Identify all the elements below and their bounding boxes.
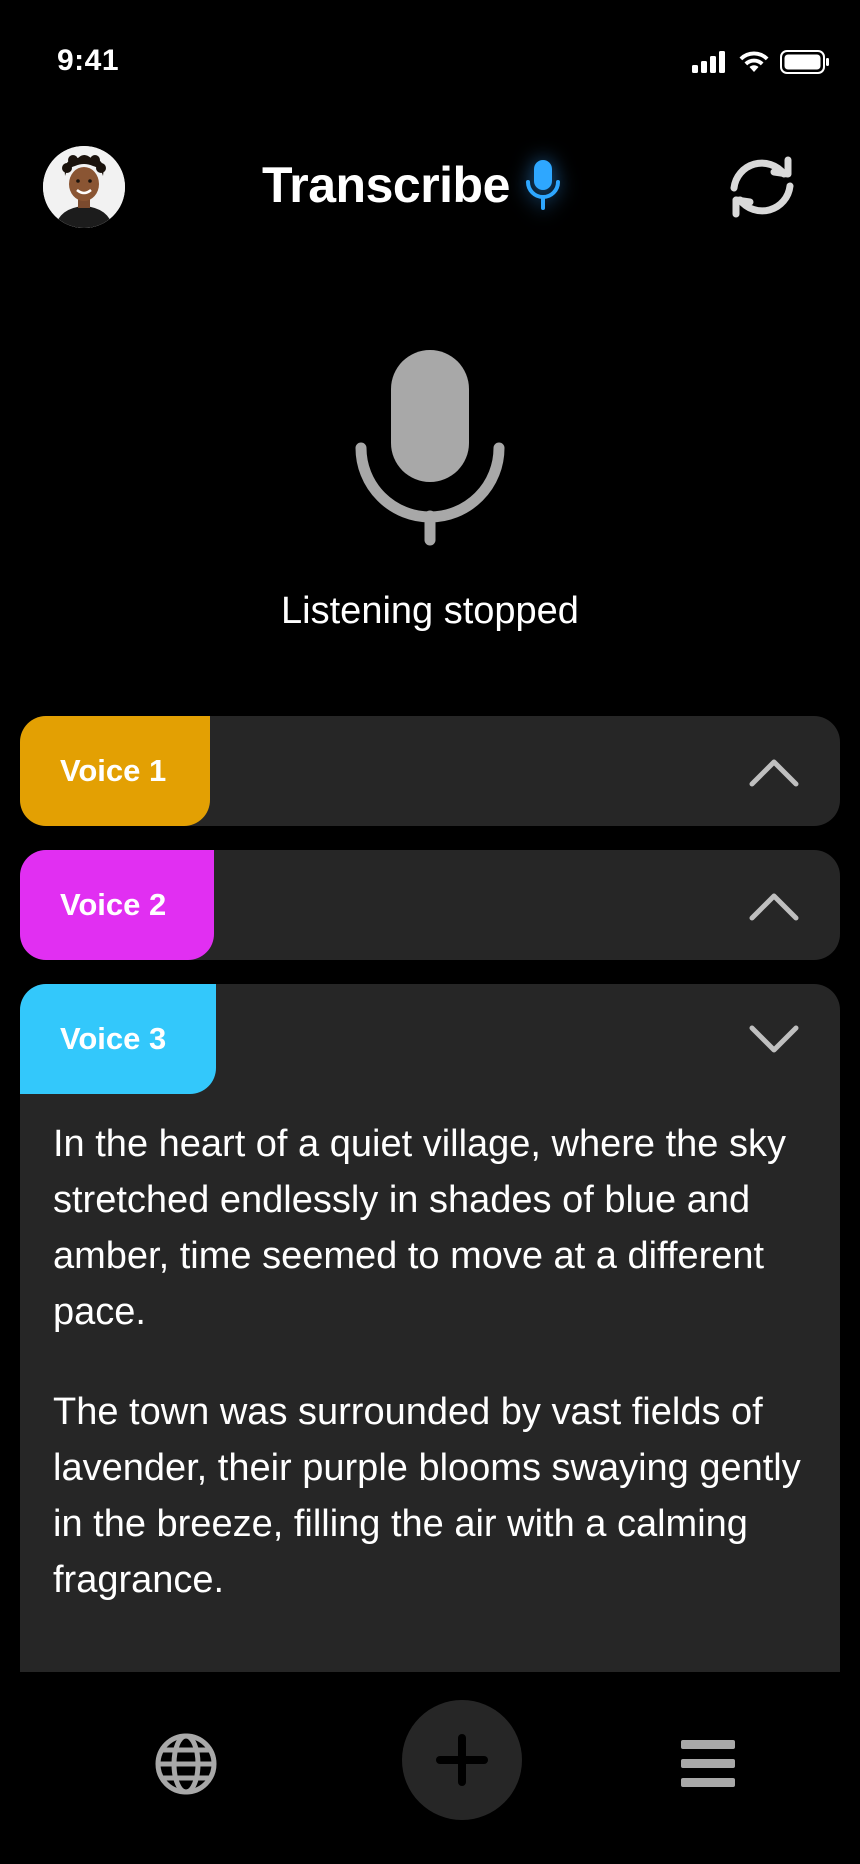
title-group: Transcribe bbox=[262, 150, 568, 220]
voice-panel-header[interactable]: Voice 2 bbox=[20, 850, 840, 960]
globe-icon bbox=[155, 1733, 217, 1795]
voice-panel-1: Voice 1 bbox=[20, 716, 840, 826]
chevron-up-icon[interactable] bbox=[746, 884, 802, 928]
chevron-down-icon[interactable] bbox=[746, 1018, 802, 1062]
voice-panel-header[interactable]: Voice 3 bbox=[20, 984, 840, 1094]
menu-button[interactable] bbox=[676, 1732, 740, 1796]
listening-status: Listening stopped bbox=[281, 590, 579, 632]
language-button[interactable] bbox=[150, 1728, 222, 1800]
voice-panel-3: Voice 3 In the heart of a quiet village,… bbox=[20, 984, 840, 1672]
add-button[interactable] bbox=[402, 1700, 522, 1820]
chevron-up-icon[interactable] bbox=[746, 750, 802, 794]
voice-tag: Voice 2 bbox=[20, 850, 214, 960]
user-avatar-image bbox=[43, 146, 125, 228]
microphone-icon bbox=[518, 150, 568, 220]
refresh-button[interactable] bbox=[722, 152, 802, 222]
cellular-signal-icon bbox=[692, 51, 725, 73]
refresh-icon bbox=[730, 156, 794, 218]
transcript-body: In the heart of a quiet village, where t… bbox=[20, 1094, 840, 1608]
microphone-icon bbox=[355, 350, 505, 546]
wifi-icon bbox=[739, 51, 769, 72]
battery-icon bbox=[780, 50, 829, 74]
transcript-paragraph: The town was surrounded by vast fields o… bbox=[53, 1391, 801, 1601]
bottom-nav bbox=[0, 1672, 860, 1864]
app-header: Transcribe bbox=[0, 140, 860, 250]
record-microphone-button[interactable] bbox=[355, 348, 505, 548]
app-title: Transcribe bbox=[262, 157, 510, 213]
voice-tag: Voice 1 bbox=[20, 716, 210, 826]
status-bar: 9:41 bbox=[0, 0, 860, 130]
avatar[interactable] bbox=[43, 146, 125, 228]
status-icons bbox=[692, 50, 830, 74]
plus-icon bbox=[436, 1734, 488, 1786]
voice-tag: Voice 3 bbox=[20, 984, 216, 1094]
transcript-paragraph: In the heart of a quiet village, where t… bbox=[53, 1123, 786, 1333]
voice-panel-header[interactable]: Voice 1 bbox=[20, 716, 840, 826]
menu-icon bbox=[681, 1740, 735, 1787]
status-time: 9:41 bbox=[57, 44, 120, 77]
voice-panel-2: Voice 2 bbox=[20, 850, 840, 960]
